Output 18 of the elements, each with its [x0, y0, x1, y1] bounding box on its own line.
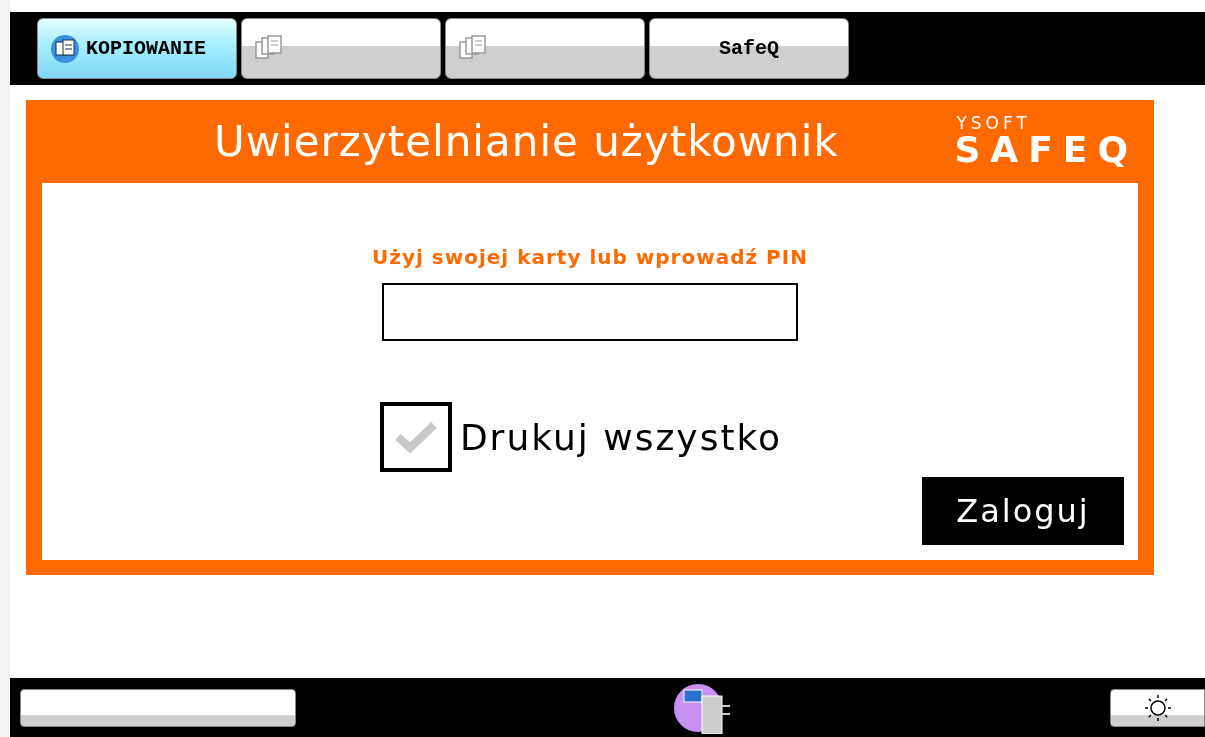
- tab[interactable]: SafeQ: [649, 18, 849, 79]
- check-icon: [393, 420, 438, 454]
- print-all-checkbox[interactable]: [379, 402, 452, 472]
- brightness-button[interactable]: [1110, 688, 1205, 727]
- tab[interactable]: [241, 18, 441, 79]
- pin-prompt: Użyj swojej karty lub wprowadź PIN: [372, 245, 808, 269]
- tab[interactable]: KOPIOWANIE: [37, 18, 237, 79]
- printer-icon: [674, 681, 732, 734]
- tab[interactable]: [445, 18, 645, 79]
- pin-field[interactable]: [382, 283, 798, 341]
- logo-text: SAFEQ: [954, 132, 1138, 168]
- sun-icon: [1142, 692, 1173, 723]
- login-button[interactable]: Zaloguj: [922, 477, 1124, 545]
- status-button[interactable]: [20, 688, 296, 727]
- copy-icon: [50, 33, 80, 64]
- print-all-label: Drukuj wszystko: [459, 416, 783, 458]
- dialog-title: Uwierzytelnianie użytkownik: [214, 117, 839, 166]
- logo-text: YSOFT: [956, 115, 1031, 132]
